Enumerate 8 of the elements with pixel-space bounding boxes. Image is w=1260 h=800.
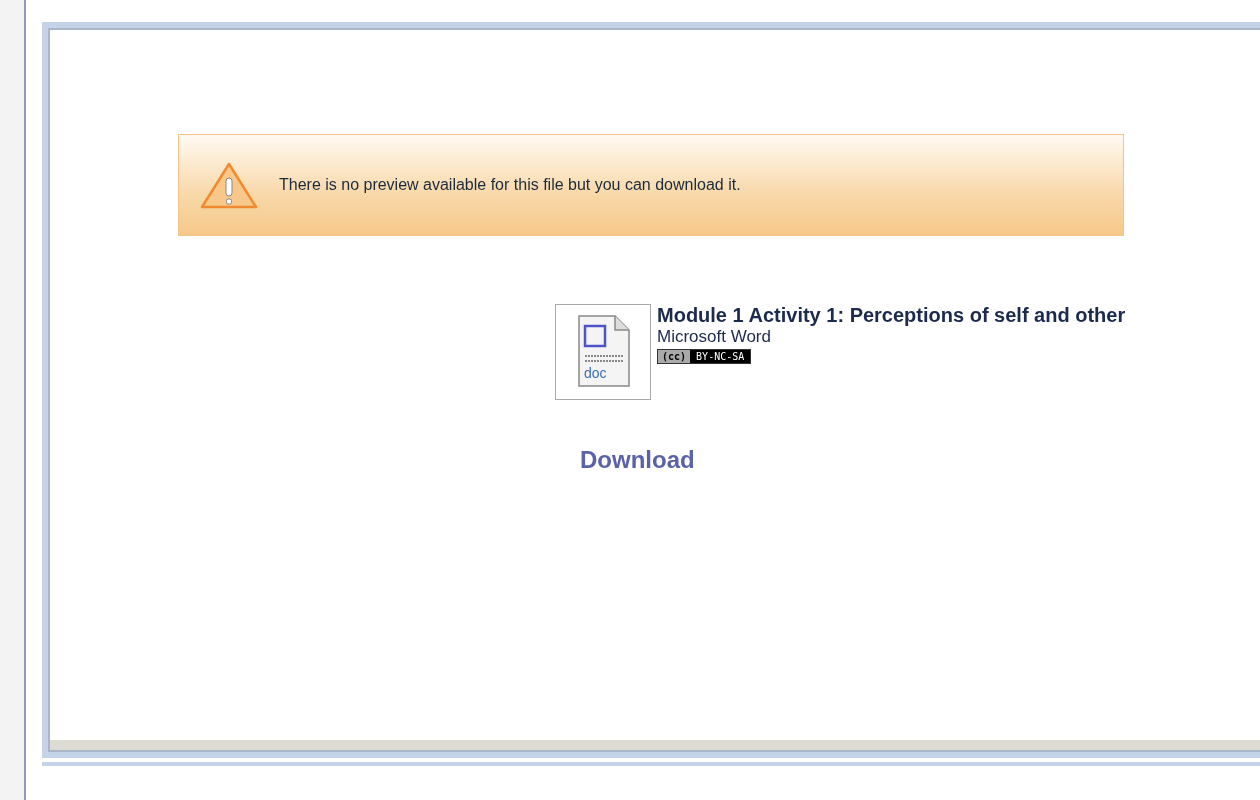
file-type-label: doc	[584, 365, 607, 381]
file-title: Module 1 Activity 1: Perceptions of self and other	[657, 304, 1126, 327]
document-icon	[575, 314, 631, 390]
download-link[interactable]: Download	[580, 446, 695, 473]
file-type: Microsoft Word	[657, 327, 772, 347]
license-badge[interactable]: (cc) BY-NC-SA	[657, 349, 752, 364]
notice-message: There is no preview available for this file but you can download it.	[279, 176, 741, 194]
warning-icon	[199, 160, 259, 210]
